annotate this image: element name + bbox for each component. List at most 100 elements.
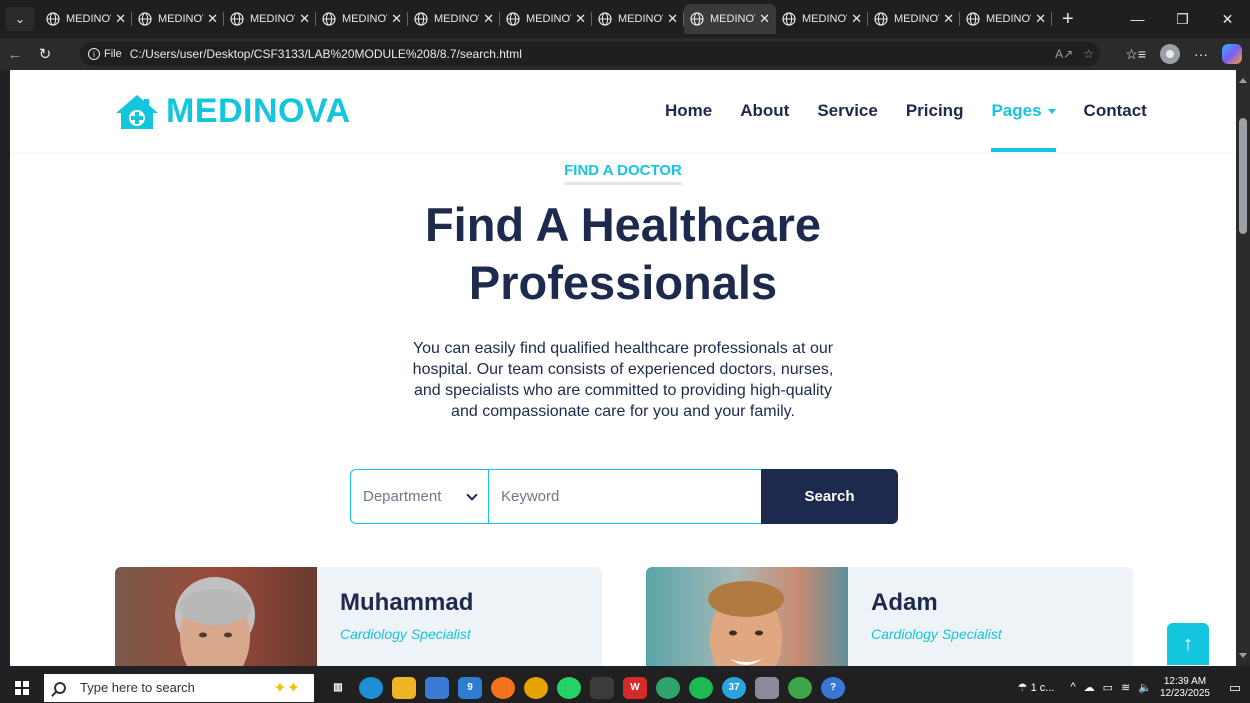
scroll-down-arrow-icon[interactable] xyxy=(1239,653,1247,658)
browser-tab[interactable]: MEDINOVA ✕ xyxy=(408,4,500,34)
brand-logo[interactable]: MEDINOVA xyxy=(114,92,351,131)
browser-tab[interactable]: MEDINOVA ✕ xyxy=(776,4,868,34)
hospital-house-icon xyxy=(116,94,158,129)
chrome-icon[interactable] xyxy=(524,676,548,699)
volume-icon[interactable]: 🔈 xyxy=(1138,681,1152,694)
browser-tab[interactable]: MEDINOVA ✕ xyxy=(868,4,960,34)
browser-tab[interactable]: MEDINOVA ✕ xyxy=(224,4,316,34)
new-tab-button[interactable]: + xyxy=(1062,8,1082,31)
nav-home[interactable]: Home xyxy=(665,70,712,152)
tab-title: MEDINOVA xyxy=(710,13,755,25)
tab-title: MEDINOVA xyxy=(250,13,295,25)
browser-tab[interactable]: MEDINOVA ✕ xyxy=(40,4,132,34)
brand-name: MEDINOVA xyxy=(166,92,351,130)
scroll-up-arrow-icon[interactable] xyxy=(1239,78,1247,83)
close-window-icon[interactable]: ✕ xyxy=(1205,0,1250,38)
telegram-icon[interactable]: 37 xyxy=(722,676,746,699)
tab-close-icon[interactable]: ✕ xyxy=(483,11,494,27)
edge-icon[interactable] xyxy=(359,676,383,699)
window-controls: — ❐ ✕ xyxy=(1115,0,1250,38)
windows-taskbar: Type here to search ✦✦ ▥ 9 W 37 ? ☂ 1 c.… xyxy=(0,672,1250,703)
tab-close-icon[interactable]: ✕ xyxy=(115,11,126,27)
search-button[interactable]: Search xyxy=(761,469,898,524)
restore-icon[interactable]: ❐ xyxy=(1160,0,1205,38)
profile-avatar[interactable] xyxy=(1160,44,1180,64)
keyword-input[interactable] xyxy=(488,469,761,524)
minimize-icon[interactable]: — xyxy=(1115,0,1160,38)
browser-tab[interactable]: MEDINOVA ✕ xyxy=(684,4,776,34)
url-text[interactable]: C:/Users/user/Desktop/CSF3133/LAB%20MODU… xyxy=(130,47,522,61)
onedrive-icon[interactable]: ☁ xyxy=(1084,681,1095,694)
tab-close-icon[interactable]: ✕ xyxy=(1035,11,1046,27)
battery-icon[interactable]: ▭ xyxy=(1103,681,1113,694)
store-icon[interactable] xyxy=(425,676,449,699)
site-info-button[interactable]: i File xyxy=(88,48,122,60)
wifi-icon[interactable]: ≋ xyxy=(1121,681,1130,694)
site-navbar: MEDINOVA Home About Service Pricing Page… xyxy=(10,70,1236,152)
nav-about[interactable]: About xyxy=(740,70,789,152)
start-button[interactable] xyxy=(0,672,44,703)
tab-close-icon[interactable]: ✕ xyxy=(759,11,770,27)
tab-close-icon[interactable]: ✕ xyxy=(207,11,218,27)
favorite-star-icon[interactable]: ☆ xyxy=(1083,47,1094,61)
help-icon[interactable]: ? xyxy=(821,676,845,699)
browser-tab[interactable]: MEDINOVA ✕ xyxy=(316,4,408,34)
copilot-icon[interactable] xyxy=(1222,44,1242,64)
tab-close-icon[interactable]: ✕ xyxy=(851,11,862,27)
page-scrollbar[interactable] xyxy=(1236,70,1250,666)
mail-icon[interactable]: 9 xyxy=(458,676,482,699)
file-explorer-icon[interactable] xyxy=(392,676,416,699)
task-view-icon[interactable]: ▥ xyxy=(326,677,350,699)
whatsapp-icon[interactable] xyxy=(557,676,581,699)
back-to-top-button[interactable]: ↑ xyxy=(1167,623,1209,665)
tab-close-icon[interactable]: ✕ xyxy=(299,11,310,27)
chevron-up-icon[interactable]: ^ xyxy=(1070,681,1075,694)
tab-close-icon[interactable]: ✕ xyxy=(391,11,402,27)
wps-icon[interactable]: W xyxy=(623,676,647,699)
chrome-profile-icon[interactable] xyxy=(656,676,680,699)
tab-separator xyxy=(1051,12,1052,26)
scrollbar-thumb[interactable] xyxy=(1239,118,1247,234)
tab-title: MEDINOVA xyxy=(802,13,847,25)
spotify-icon[interactable] xyxy=(689,676,713,699)
tab-actions-menu-button[interactable]: ⌄ xyxy=(6,7,34,31)
browser-tab[interactable]: MEDINOVA ✕ xyxy=(592,4,684,34)
department-placeholder: Department xyxy=(363,488,442,505)
firefox-icon[interactable] xyxy=(491,676,515,699)
nav-contact[interactable]: Contact xyxy=(1084,70,1147,152)
address-bar[interactable]: i File C:/Users/user/Desktop/CSF3133/LAB… xyxy=(80,42,1100,66)
browser-tab[interactable]: MEDINOVA ✕ xyxy=(132,4,224,34)
tab-close-icon[interactable]: ✕ xyxy=(575,11,586,27)
nav-pages-dropdown[interactable]: Pages xyxy=(991,70,1056,152)
arrow-up-icon: ↑ xyxy=(1183,632,1193,655)
reload-button[interactable]: ↻ xyxy=(30,40,60,68)
clock[interactable]: 12:39 AM 12/23/2025 xyxy=(1160,676,1210,700)
notification-icon[interactable]: ▭ xyxy=(1220,680,1250,696)
browser-tab[interactable]: MEDINOVA ✕ xyxy=(500,4,592,34)
pinned-apps: ▥ 9 W 37 ? xyxy=(326,676,845,699)
windows-logo-icon xyxy=(15,680,29,695)
nav-pricing[interactable]: Pricing xyxy=(906,70,964,152)
tab-title: MEDINOVA xyxy=(434,13,479,25)
caret-down-icon xyxy=(1047,108,1056,114)
read-aloud-icon[interactable]: A↗ xyxy=(1055,47,1073,61)
tab-close-icon[interactable]: ✕ xyxy=(667,11,678,27)
app-icon[interactable] xyxy=(755,676,779,699)
department-select[interactable]: Department xyxy=(350,469,488,524)
doctor-card-muhammad[interactable]: Muhammad Cardiology Specialist xyxy=(115,567,602,666)
title-line-2: Professionals xyxy=(468,256,778,309)
doctor-specialty: Cardiology Specialist xyxy=(871,626,1002,642)
tab-close-icon[interactable]: ✕ xyxy=(943,11,954,27)
back-button[interactable]: ← xyxy=(0,40,30,68)
weather-widget[interactable]: ☂ 1 c... xyxy=(1018,681,1055,694)
nav-service[interactable]: Service xyxy=(817,70,878,152)
favorites-icon[interactable]: ☆≡ xyxy=(1125,46,1146,63)
sourcetree-icon[interactable] xyxy=(590,676,614,699)
taskbar-search[interactable]: Type here to search ✦✦ xyxy=(44,673,314,702)
tab-title: MEDINOVA xyxy=(894,13,939,25)
browser-tab[interactable]: MEDINOVA ✕ xyxy=(960,4,1052,34)
edge-dev-icon[interactable] xyxy=(788,676,812,699)
info-icon: i xyxy=(88,48,100,60)
doctor-card-adam[interactable]: Adam Cardiology Specialist xyxy=(646,567,1133,666)
more-menu-icon[interactable]: ··· xyxy=(1194,46,1208,62)
